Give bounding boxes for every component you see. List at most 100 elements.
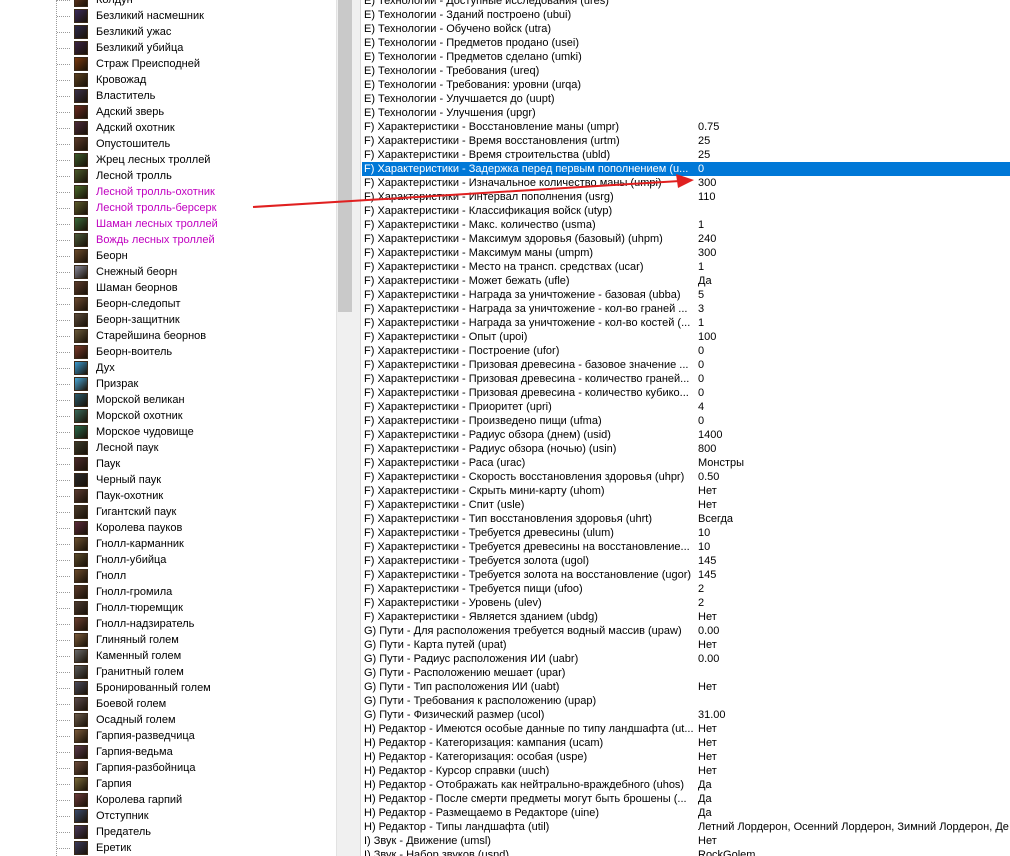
grid-row[interactable]: F) Характеристики - Скорость восстановле… <box>362 470 1010 484</box>
grid-row[interactable]: F) Характеристики - Требуется золота (ug… <box>362 554 1010 568</box>
tree-item[interactable]: Еретик <box>0 840 336 856</box>
grid-row[interactable]: I) Звук - Набор звуков (usnd) RockGolem <box>362 848 1010 856</box>
tree-item[interactable]: Гнолл-убийца <box>0 552 336 568</box>
tree-item[interactable]: Каменный голем <box>0 648 336 664</box>
field-value[interactable]: 0 <box>698 162 1010 176</box>
field-value[interactable]: Летний Лордерон, Осенний Лордерон, Зимни… <box>698 820 1010 834</box>
field-value[interactable]: 100 <box>698 330 1010 344</box>
grid-row[interactable]: E) Технологии - Требования: уровни (urqa… <box>362 78 1010 92</box>
grid-row[interactable]: F) Характеристики - Призовая древесина -… <box>362 372 1010 386</box>
grid-row[interactable]: F) Характеристики - Требуется древесины … <box>362 526 1010 540</box>
field-value[interactable]: Да <box>698 806 1010 820</box>
field-value[interactable]: 0.00 <box>698 652 1010 666</box>
grid-row[interactable]: F) Характеристики - Может бежать (ufle) Д… <box>362 274 1010 288</box>
grid-row[interactable]: F) Характеристики - Место на трансп. сре… <box>362 260 1010 274</box>
tree-item[interactable]: Предатель <box>0 824 336 840</box>
tree-item[interactable]: Гнолл-карманник <box>0 536 336 552</box>
tree-item[interactable]: Беорн-следопыт <box>0 296 336 312</box>
tree-item[interactable]: Адский зверь <box>0 104 336 120</box>
tree-item[interactable]: Гигантский паук <box>0 504 336 520</box>
field-value[interactable]: Нет <box>698 680 1010 694</box>
tree-item[interactable]: Королева гарпий <box>0 792 336 808</box>
grid-row[interactable]: F) Характеристики - Время восстановления… <box>362 134 1010 148</box>
tree-item[interactable]: Дух <box>0 360 336 376</box>
tree-item[interactable]: Бронированный голем <box>0 680 336 696</box>
tree-item[interactable]: Призрак <box>0 376 336 392</box>
tree-item[interactable]: Гарпия-ведьма <box>0 744 336 760</box>
grid-row[interactable]: F) Характеристики - Требуется пищи (ufoo… <box>362 582 1010 596</box>
grid-row[interactable]: E) Технологии - Улучшается до (uupt) <box>362 92 1010 106</box>
tree-item[interactable]: Старейшина беорнов <box>0 328 336 344</box>
field-value[interactable]: 0 <box>698 358 1010 372</box>
tree-item[interactable]: Гнолл-надзиратель <box>0 616 336 632</box>
tree-item[interactable]: Лесной тролль-охотник <box>0 184 336 200</box>
tree-item[interactable]: Гнолл-громила <box>0 584 336 600</box>
field-value[interactable]: Нет <box>698 736 1010 750</box>
grid-row[interactable]: H) Редактор - Отображать как нейтрально-… <box>362 778 1010 792</box>
tree-item[interactable]: Колдун <box>0 0 336 8</box>
field-value[interactable]: RockGolem <box>698 848 1010 856</box>
field-value[interactable]: 145 <box>698 568 1010 582</box>
grid-row[interactable]: F) Характеристики - Приоритет (upri) 4 <box>362 400 1010 414</box>
tree-item[interactable]: Шаман беорнов <box>0 280 336 296</box>
field-value[interactable]: Да <box>698 274 1010 288</box>
grid-row[interactable]: G) Пути - Физический размер (ucol) 31.00 <box>362 708 1010 722</box>
tree-item[interactable]: Опустошитель <box>0 136 336 152</box>
grid-row[interactable]: F) Характеристики - Максимум здоровья (б… <box>362 232 1010 246</box>
grid-row[interactable]: E) Технологии - Улучшения (upgr) <box>362 106 1010 120</box>
tree-item[interactable]: Глиняный голем <box>0 632 336 648</box>
field-value[interactable]: Всегда <box>698 512 1010 526</box>
field-value[interactable]: 2 <box>698 582 1010 596</box>
grid-row[interactable]: E) Технологии - Доступные исследования (… <box>362 0 1010 8</box>
scrollbar-thumb[interactable] <box>338 0 352 312</box>
field-value[interactable]: Нет <box>698 638 1010 652</box>
grid-row[interactable]: E) Технологии - Предметов сделано (umki) <box>362 50 1010 64</box>
tree-item[interactable]: Гарпия-разведчица <box>0 728 336 744</box>
tree-item[interactable]: Безликий ужас <box>0 24 336 40</box>
grid-row[interactable]: F) Характеристики - Награда за уничтожен… <box>362 288 1010 302</box>
field-value[interactable]: 25 <box>698 134 1010 148</box>
grid-row[interactable]: F) Характеристики - Время строительства … <box>362 148 1010 162</box>
field-value[interactable]: 1400 <box>698 428 1010 442</box>
grid-row[interactable]: E) Технологии - Обучено войск (utra) <box>362 22 1010 36</box>
field-value[interactable]: 240 <box>698 232 1010 246</box>
field-value[interactable]: 31.00 <box>698 708 1010 722</box>
field-value[interactable]: Да <box>698 778 1010 792</box>
tree-item[interactable]: Жрец лесных троллей <box>0 152 336 168</box>
tree-item[interactable]: Боевой голем <box>0 696 336 712</box>
tree-item[interactable]: Морской охотник <box>0 408 336 424</box>
field-value[interactable]: 0 <box>698 386 1010 400</box>
field-value[interactable]: 25 <box>698 148 1010 162</box>
tree-item[interactable]: Лесной тролль <box>0 168 336 184</box>
field-value[interactable]: Да <box>698 792 1010 806</box>
field-value[interactable]: Нет <box>698 764 1010 778</box>
field-value[interactable]: Нет <box>698 834 1010 848</box>
grid-row[interactable]: F) Характеристики - Интервал пополнения … <box>362 190 1010 204</box>
tree-item[interactable]: Беорн <box>0 248 336 264</box>
grid-row[interactable]: G) Пути - Расположению мешает (upar) <box>362 666 1010 680</box>
field-value[interactable]: 110 <box>698 190 1010 204</box>
grid-row[interactable]: F) Характеристики - Тип восстановления з… <box>362 512 1010 526</box>
grid-row[interactable]: E) Технологии - Требования (ureq) <box>362 64 1010 78</box>
tree-item[interactable]: Снежный беорн <box>0 264 336 280</box>
tree-item[interactable]: Беорн-воитель <box>0 344 336 360</box>
tree-item[interactable]: Вождь лесных троллей <box>0 232 336 248</box>
grid-row[interactable]: F) Характеристики - Награда за уничтожен… <box>362 316 1010 330</box>
field-value[interactable]: 0.50 <box>698 470 1010 484</box>
tree-item[interactable]: Беорн-защитник <box>0 312 336 328</box>
grid-row[interactable]: E) Технологии - Предметов продано (usei) <box>362 36 1010 50</box>
tree-item[interactable]: Отступник <box>0 808 336 824</box>
grid-row[interactable]: F) Характеристики - Опыт (upoi) 100 <box>362 330 1010 344</box>
tree-item[interactable]: Лесной паук <box>0 440 336 456</box>
field-value[interactable]: 300 <box>698 176 1010 190</box>
grid-row[interactable]: F) Характеристики - Максимум маны (umpm)… <box>362 246 1010 260</box>
grid-row[interactable]: F) Характеристики - Восстановление маны … <box>362 120 1010 134</box>
grid-row-selected[interactable]: F) Характеристики - Задержка перед первы… <box>362 162 1010 176</box>
field-value[interactable]: Нет <box>698 484 1010 498</box>
grid-row[interactable]: F) Характеристики - Макс. количество (us… <box>362 218 1010 232</box>
field-value[interactable]: 3 <box>698 302 1010 316</box>
tree-item[interactable]: Морской великан <box>0 392 336 408</box>
grid-row[interactable]: F) Характеристики - Изначальное количест… <box>362 176 1010 190</box>
grid-row[interactable]: F) Характеристики - Построение (ufor) 0 <box>362 344 1010 358</box>
tree-item[interactable]: Шаман лесных троллей <box>0 216 336 232</box>
